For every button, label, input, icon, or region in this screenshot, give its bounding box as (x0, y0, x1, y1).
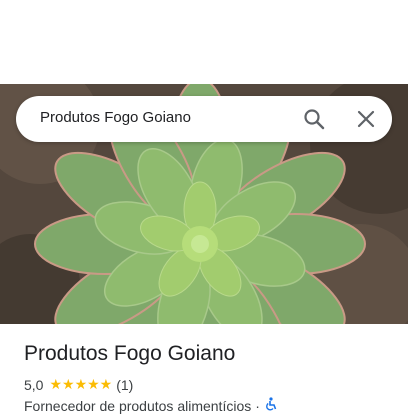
rating-row: 5,0 ★★★★★ (1) (24, 376, 133, 393)
rating-stars: ★★★★★ (49, 376, 113, 392)
separator: · (255, 397, 260, 414)
place-title: Produtos Fogo Goiano (24, 342, 236, 365)
category-row: Fornecedor de produtos alimentícios · (24, 397, 278, 414)
place-category[interactable]: Fornecedor de produtos alimentícios (24, 398, 251, 414)
rating-value: 5,0 (24, 376, 44, 393)
wheelchair-accessible-icon (264, 397, 278, 414)
review-count[interactable]: (1) (116, 377, 133, 393)
search-icon[interactable] (302, 107, 326, 131)
place-details-panel: Produtos Fogo Goiano 5,0 ★★★★★ (1) Forne… (0, 324, 408, 414)
close-icon[interactable] (354, 107, 378, 131)
search-bar[interactable]: Produtos Fogo Goiano (16, 96, 392, 142)
search-input[interactable]: Produtos Fogo Goiano (40, 109, 191, 126)
